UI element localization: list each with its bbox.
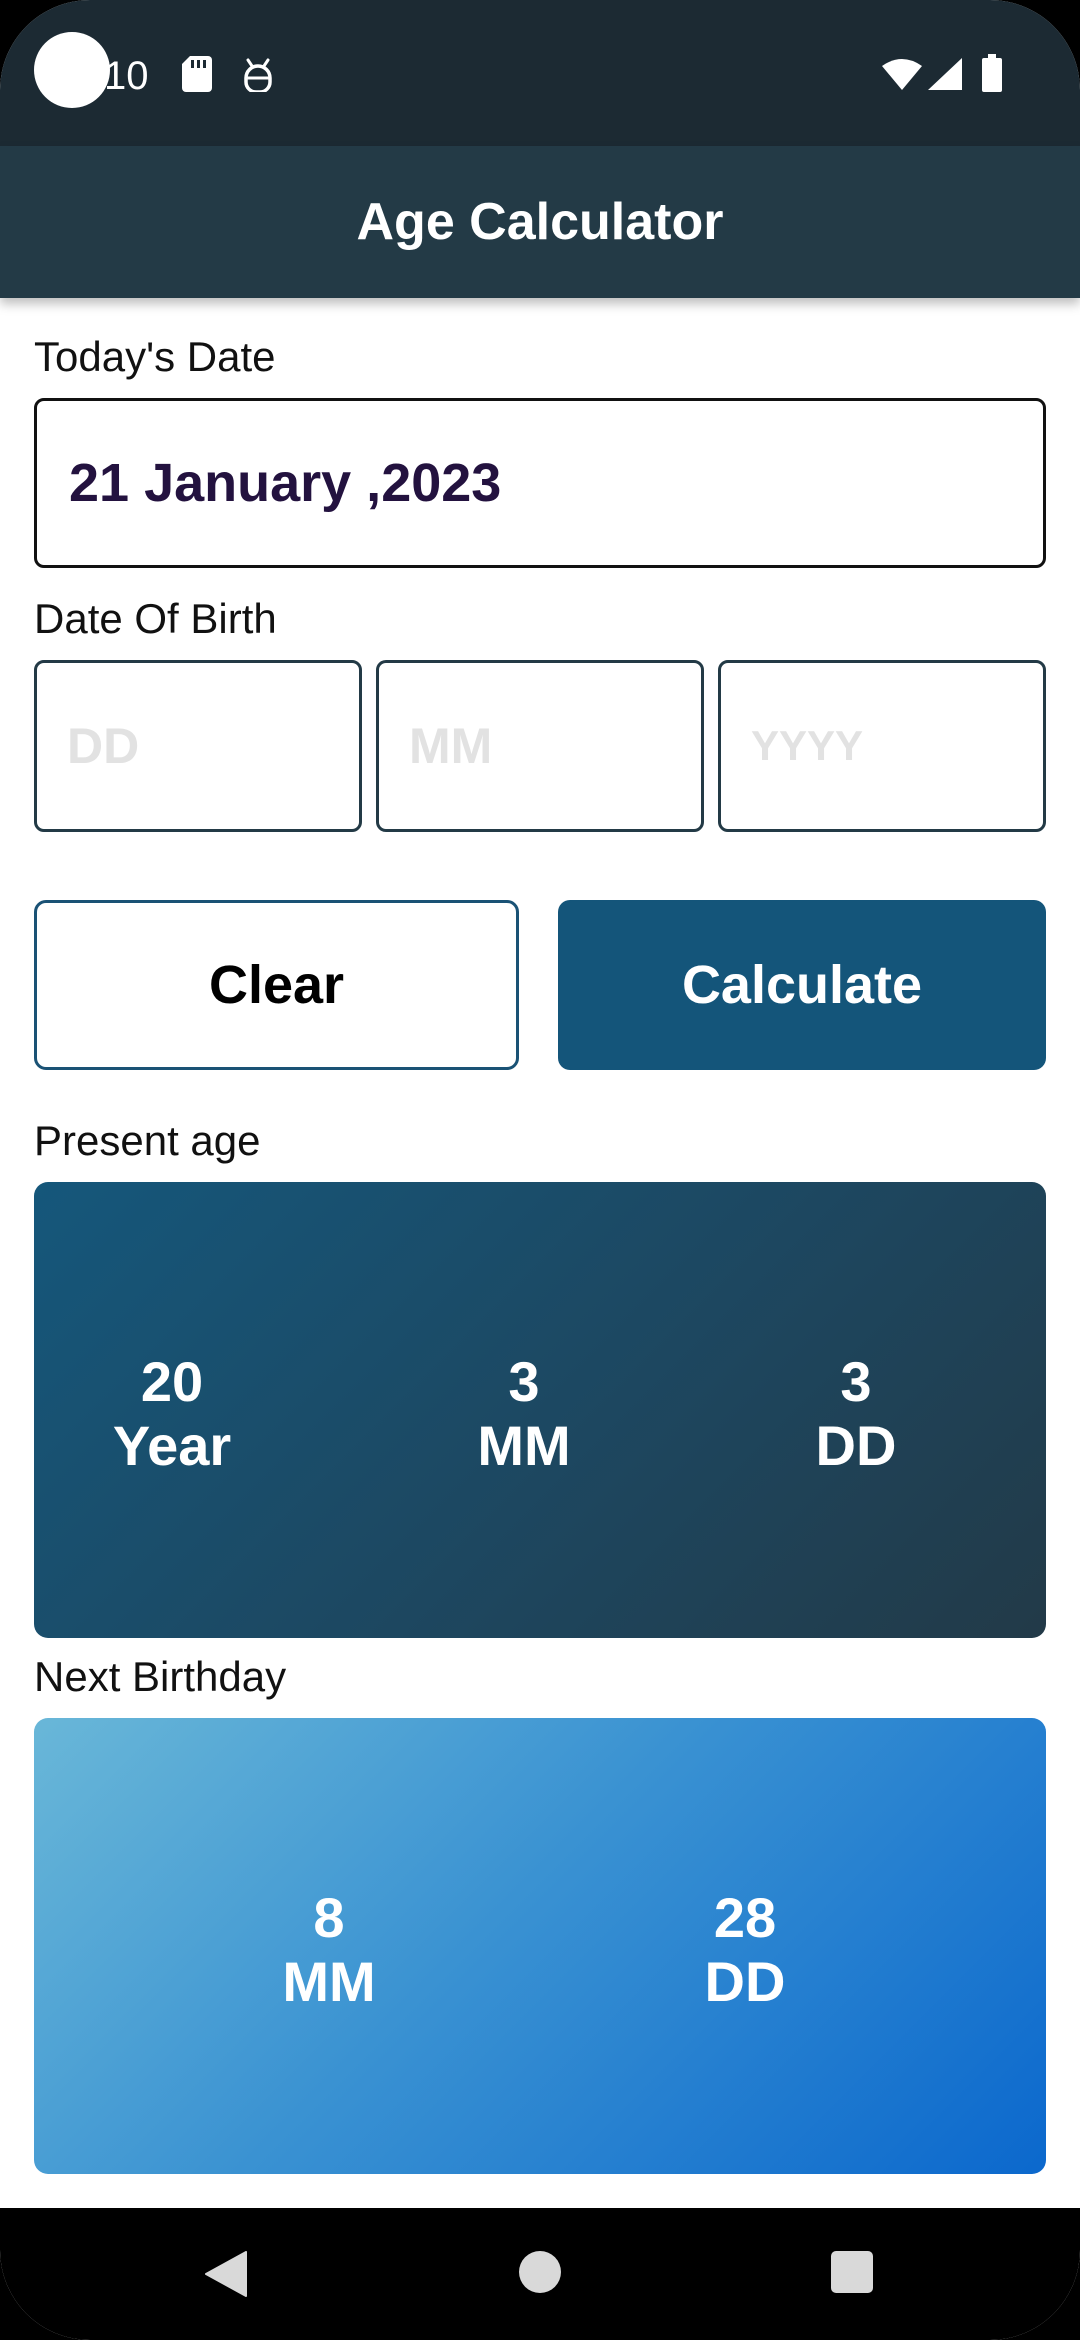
next-birthday-card: 8 MM 28 DD bbox=[34, 1718, 1046, 2174]
navigation-bar bbox=[0, 2208, 1080, 2340]
wifi-icon bbox=[882, 59, 922, 90]
clear-button[interactable]: Clear bbox=[34, 900, 519, 1070]
next-birthday-months: 8 MM bbox=[282, 1886, 375, 2014]
present-age-card: 20 Year 3 MM 3 DD bbox=[34, 1182, 1046, 1638]
todays-date-value: 21 January ,2023 bbox=[69, 453, 502, 513]
age-years-unit: Year bbox=[112, 1414, 232, 1477]
birth-day-input[interactable] bbox=[34, 660, 362, 832]
age-months-unit: MM bbox=[477, 1414, 571, 1477]
status-time: 10 bbox=[104, 54, 149, 98]
sd-card-icon bbox=[182, 56, 212, 92]
age-days: 3 DD bbox=[816, 1350, 897, 1478]
android-debug-icon bbox=[244, 58, 272, 92]
next-birthday-days: 28 DD bbox=[705, 1886, 786, 2014]
todays-date-field[interactable]: 21 January ,2023 bbox=[34, 398, 1046, 568]
next-birthday-months-value: 8 bbox=[313, 1886, 345, 1949]
age-years-value: 20 bbox=[140, 1350, 204, 1413]
date-of-birth-label: Date Of Birth bbox=[34, 595, 277, 642]
battery-icon bbox=[982, 54, 1002, 92]
next-birthday-label: Next Birthday bbox=[34, 1653, 287, 1700]
age-months: 3 MM bbox=[477, 1350, 570, 1478]
age-days-unit: DD bbox=[815, 1414, 897, 1477]
calculate-button[interactable]: Calculate bbox=[558, 900, 1046, 1070]
next-birthday-days-unit: DD bbox=[704, 1950, 786, 2013]
back-icon[interactable] bbox=[204, 2250, 248, 2298]
next-birthday-months-unit: MM bbox=[282, 1950, 376, 2013]
todays-date-label: Today's Date bbox=[34, 333, 276, 380]
screen: 10 Age Calculator Today's Date 21 Januar… bbox=[0, 0, 1080, 2340]
app-bar: Age Calculator bbox=[0, 146, 1080, 298]
app-title: Age Calculator bbox=[356, 193, 724, 251]
home-icon[interactable] bbox=[518, 2250, 562, 2294]
next-birthday-days-value: 28 bbox=[713, 1886, 777, 1949]
age-years: 20 Year bbox=[113, 1350, 231, 1478]
clear-button-label: Clear bbox=[208, 955, 345, 1015]
status-bar: 10 bbox=[0, 0, 1080, 146]
present-age-label: Present age bbox=[34, 1117, 261, 1164]
recents-icon[interactable] bbox=[830, 2250, 874, 2294]
birth-month-input[interactable] bbox=[376, 660, 704, 832]
age-days-value: 3 bbox=[840, 1350, 872, 1413]
age-months-value: 3 bbox=[508, 1350, 540, 1413]
camera-cutout bbox=[34, 32, 110, 108]
calculate-button-label: Calculate bbox=[681, 955, 923, 1015]
birth-year-input[interactable] bbox=[718, 660, 1046, 832]
signal-icon bbox=[928, 58, 962, 90]
